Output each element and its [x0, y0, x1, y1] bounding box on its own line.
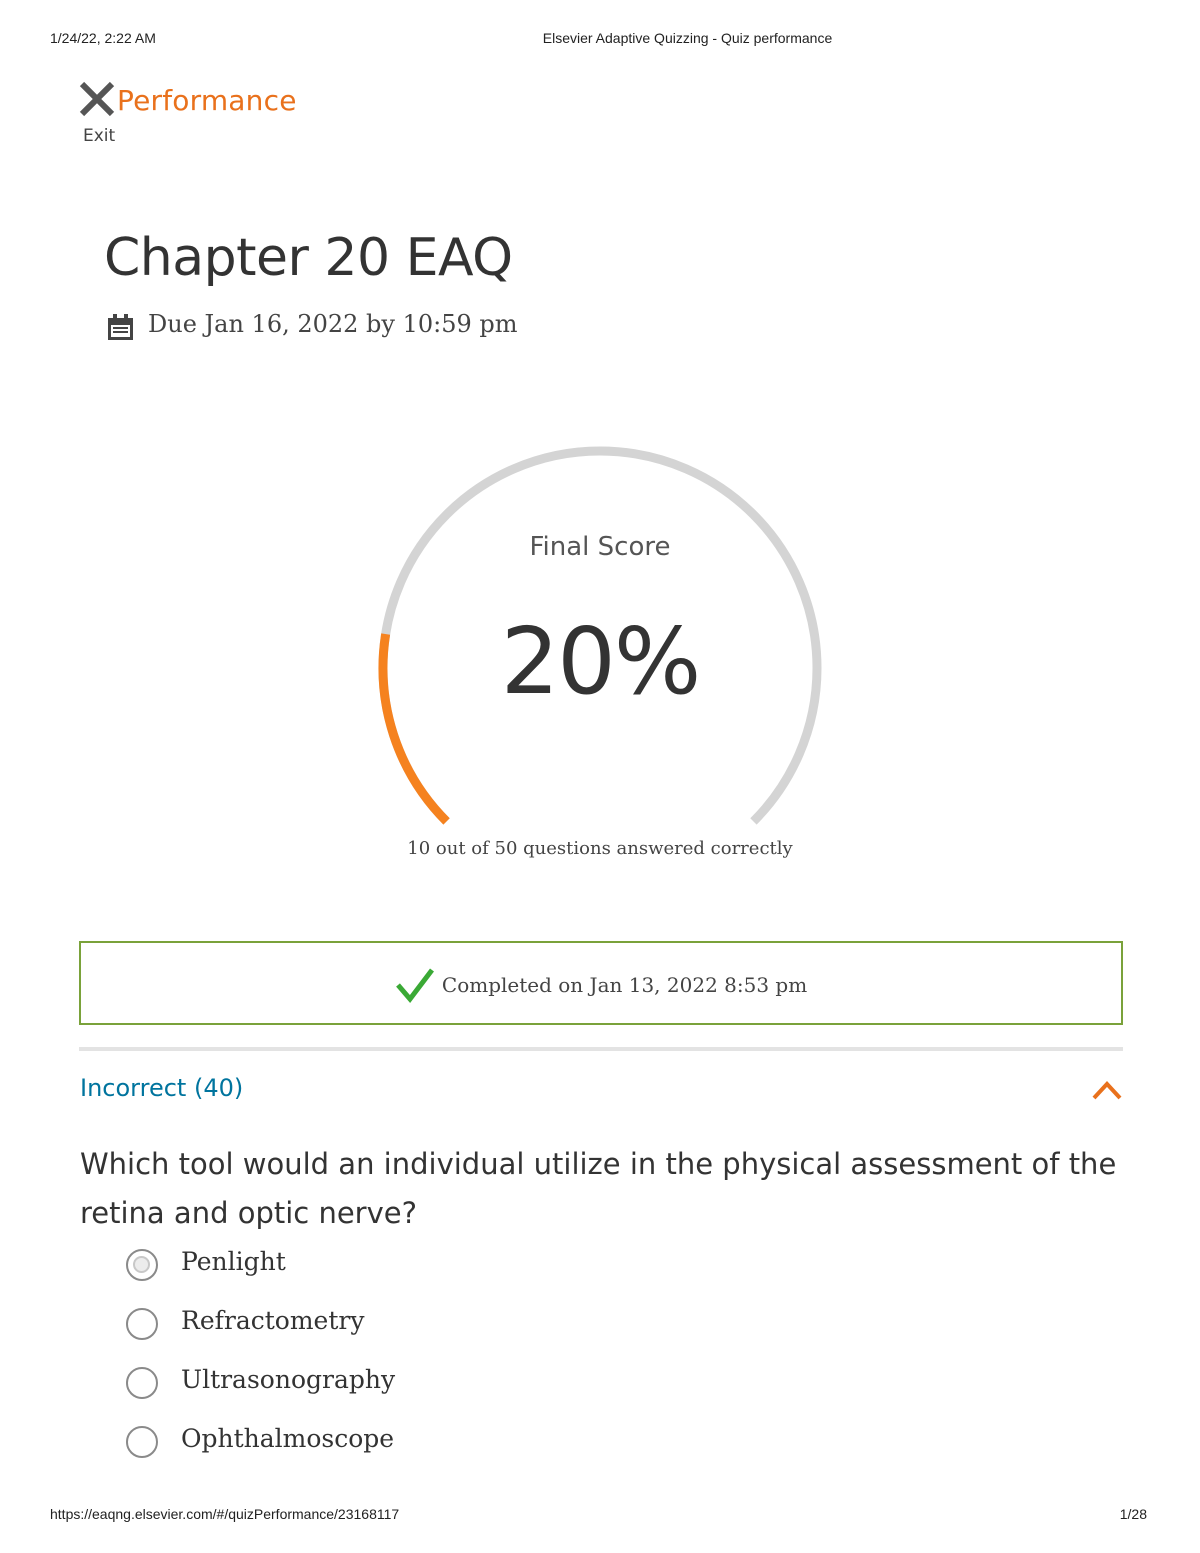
answer-option-label: Ultrasonography	[181, 1365, 396, 1394]
page-title: Performance	[117, 84, 297, 117]
score-summary: 10 out of 50 questions answered correctl…	[407, 838, 793, 859]
incorrect-section-toggle[interactable]: Incorrect (40)	[79, 1072, 1123, 1112]
completion-text: Completed on Jan 13, 2022 8:53 pm	[441, 973, 808, 997]
radio-button[interactable]	[126, 1426, 158, 1458]
radio-button[interactable]	[126, 1367, 158, 1399]
radio-button[interactable]	[126, 1249, 158, 1281]
check-icon	[395, 968, 434, 1003]
chevron-up-icon[interactable]	[1091, 1078, 1123, 1102]
answer-option[interactable]: Refractometry	[126, 1304, 1026, 1363]
answer-option-label: Refractometry	[181, 1306, 365, 1335]
question-text: Which tool would an individual utilize i…	[80, 1147, 1117, 1230]
answer-option[interactable]: Ultrasonography	[126, 1363, 1026, 1422]
completion-status: Completed on Jan 13, 2022 8:53 pm	[79, 941, 1123, 1025]
due-date: Due Jan 16, 2022 by 10:59 pm	[148, 310, 518, 338]
print-page-number: 1/28	[1119, 1506, 1147, 1522]
exit-button[interactable]: Performance Exit	[78, 78, 318, 150]
answer-options: Penlight Refractometry Ultrasonography O…	[126, 1245, 1026, 1481]
print-header: 1/24/22, 2:22 AM Elsevier Adaptive Quizz…	[0, 30, 1200, 50]
calendar-icon	[108, 314, 133, 340]
print-url: https://eaqng.elsevier.com/#/quizPerform…	[50, 1506, 400, 1522]
answer-option[interactable]: Penlight	[126, 1245, 1026, 1304]
section-title: Incorrect (40)	[80, 1074, 244, 1102]
section-divider	[79, 1047, 1123, 1051]
print-footer: https://eaqng.elsevier.com/#/quizPerform…	[0, 1506, 1200, 1526]
answer-option-label: Ophthalmoscope	[181, 1424, 395, 1453]
radio-button[interactable]	[126, 1308, 158, 1340]
score-gauge: Final Score 20% 10 out of 50 questions a…	[360, 440, 840, 880]
answer-option[interactable]: Ophthalmoscope	[126, 1422, 1026, 1481]
score-label: Final Score	[529, 532, 671, 562]
score-value: 20%	[500, 608, 701, 715]
quiz-title: Chapter 20 EAQ	[104, 228, 513, 288]
close-icon[interactable]	[78, 80, 116, 118]
print-page-title: Elsevier Adaptive Quizzing - Quiz perfor…	[542, 30, 833, 46]
exit-label[interactable]: Exit	[83, 126, 115, 146]
answer-option-label: Penlight	[181, 1247, 286, 1276]
